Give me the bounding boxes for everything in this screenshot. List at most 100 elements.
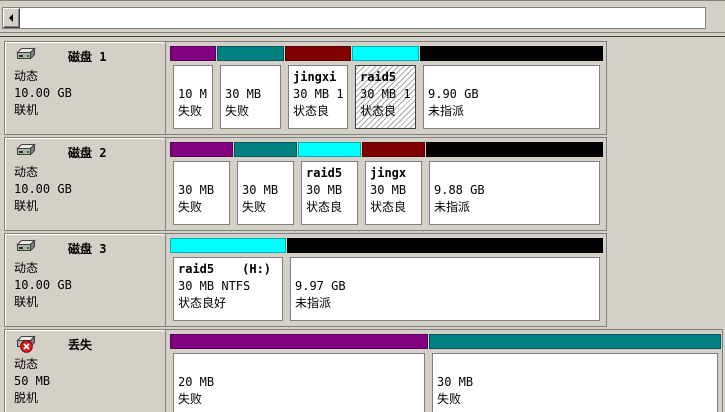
volume-name: raid5 (360, 70, 397, 84)
volume-block[interactable]: 20 MB 失败 (170, 334, 428, 412)
volume-color-bar (287, 238, 603, 253)
volume-size: 30 MB NTFS (178, 279, 251, 293)
volume-status: 失败 (225, 104, 250, 118)
volume-name (178, 165, 229, 182)
volume-body: 30 MB 失败 (237, 161, 294, 225)
volume-color-bar (298, 142, 361, 157)
volume-block[interactable]: 10 M 失败 (170, 46, 216, 131)
volume-block[interactable]: jingxi 30 MB 1 状态良 (285, 46, 351, 131)
disk-type: 动态 (14, 69, 39, 83)
disk-status: 脱机 (14, 391, 39, 405)
volume-name-line: raid5 (H:) (178, 261, 282, 278)
volume-size: 20 MB (178, 375, 215, 389)
volume-name: raid5 (178, 262, 215, 276)
volume-block[interactable]: 9.97 GB 未指派 (287, 238, 603, 323)
disk-icon (16, 47, 38, 65)
upper-pane-bottom (0, 0, 725, 32)
volume-block[interactable]: 30 MB 失败 (429, 334, 721, 412)
volume-block[interactable]: 30 MB 失败 (234, 142, 297, 227)
volume-status: 失败 (178, 392, 203, 406)
volume-block[interactable]: 9.88 GB 未指派 (426, 142, 603, 227)
volume-status: 状态良 (306, 200, 343, 214)
volume-size: 9.97 GB (295, 279, 346, 293)
missing-disk-icon (16, 335, 38, 353)
volume-size: 30 MB 1 (360, 87, 411, 101)
volume-body: 10 M 失败 (173, 65, 213, 129)
volume-status: 失败 (437, 392, 462, 406)
volume-name (178, 357, 424, 374)
disk-capacity: 10.00 GB (14, 278, 72, 292)
volume-color-bar (426, 142, 603, 157)
volume-status: 未指派 (295, 296, 332, 310)
volume-size: 30 MB (225, 87, 262, 101)
disk-icon (16, 239, 38, 257)
volume-color-bar (285, 46, 351, 61)
volume-block[interactable]: raid5 30 MB 1 状态良 (352, 46, 419, 131)
disk-status: 联机 (14, 103, 39, 117)
volume-status: 状态良 (360, 104, 397, 118)
disk-label-panel[interactable]: 丢失 动态 50 MB 脱机 (5, 330, 166, 412)
volume-body: 9.88 GB 未指派 (429, 161, 600, 225)
volume-size: 9.88 GB (434, 183, 485, 197)
pane-splitter[interactable] (0, 32, 725, 37)
volume-block[interactable]: 30 MB 失败 (217, 46, 284, 131)
scroll-left-button[interactable] (3, 8, 20, 28)
volume-body: raid5 (H:) 30 MB NTFS 状态良好 (173, 257, 283, 321)
disk-row-missing: 丢失 动态 50 MB 脱机 20 MB 失败 30 MB 失败 (4, 329, 723, 412)
volume-color-bar (429, 334, 721, 349)
volume-body: 30 MB 失败 (432, 353, 718, 412)
disk-label-panel[interactable]: 磁盘 2 动态 10.00 GB 联机 (5, 138, 166, 230)
volume-body: raid5 30 MB 状态良 (301, 161, 358, 225)
volume-name (178, 69, 212, 86)
volume-body: jingxi 30 MB 1 状态良 (288, 65, 348, 129)
volume-status: 失败 (242, 200, 267, 214)
volume-size: 30 MB (242, 183, 279, 197)
volume-color-bar (420, 46, 603, 61)
disk-icon (16, 143, 38, 161)
volume-block[interactable]: raid5 30 MB 状态良 (298, 142, 361, 227)
left-arrow-icon (9, 14, 13, 22)
volume-name: raid5 (306, 166, 343, 180)
volume-block[interactable]: raid5 (H:) 30 MB NTFS 状态良好 (170, 238, 286, 323)
volume-name: jingx (370, 166, 407, 180)
volume-name (437, 357, 717, 374)
volume-color-bar (362, 142, 425, 157)
volume-size: 30 MB 1 (293, 87, 344, 101)
disk-row-2: 磁盘 2 动态 10.00 GB 联机 30 MB 失败 30 MB 失败 ra… (4, 137, 607, 231)
volume-color-bar (352, 46, 419, 61)
volume-color-bar (170, 142, 233, 157)
volume-block[interactable]: jingx 30 MB 状态良 (362, 142, 425, 227)
drive-letter: (H:) (242, 262, 272, 276)
disk-title: 磁盘 3 (68, 242, 107, 256)
disk-type: 动态 (14, 165, 39, 179)
horizontal-scrollbar[interactable] (2, 7, 706, 29)
volume-block[interactable]: 9.90 GB 未指派 (420, 46, 603, 131)
disk-title: 丢失 (68, 338, 93, 352)
disk-label-panel[interactable]: 磁盘 1 动态 10.00 GB 联机 (5, 42, 166, 134)
disk-type: 动态 (14, 261, 39, 275)
disk-row-3: 磁盘 3 动态 10.00 GB 联机 raid5 (H:) 30 MB NTFS… (4, 233, 607, 327)
volume-name (428, 69, 599, 86)
volume-name (242, 165, 293, 182)
volume-size: 30 MB (178, 183, 215, 197)
error-x-icon (20, 340, 33, 353)
volume-block[interactable]: 30 MB 失败 (170, 142, 233, 227)
volume-color-bar (170, 46, 216, 61)
volume-color-bar (170, 238, 286, 253)
disk-capacity: 10.00 GB (14, 182, 72, 196)
disk-type: 动态 (14, 357, 39, 371)
disk-title: 磁盘 1 (68, 50, 107, 64)
disk-label-panel[interactable]: 磁盘 3 动态 10.00 GB 联机 (5, 234, 166, 326)
disk-title: 磁盘 2 (68, 146, 107, 160)
volume-status: 状态良 (370, 200, 407, 214)
volume-size: 30 MB (370, 183, 407, 197)
volume-status: 状态良好 (178, 296, 227, 310)
volume-body: 9.97 GB 未指派 (290, 257, 600, 321)
volume-color-bar (234, 142, 297, 157)
volume-status: 未指派 (428, 104, 465, 118)
disk-status: 联机 (14, 295, 39, 309)
volume-body: 9.90 GB 未指派 (423, 65, 600, 129)
disk-row-1: 磁盘 1 动态 10.00 GB 联机 10 M 失败 30 MB 失败 jin… (4, 41, 607, 135)
volume-name: jingxi (293, 70, 337, 84)
volume-status: 状态良 (293, 104, 330, 118)
